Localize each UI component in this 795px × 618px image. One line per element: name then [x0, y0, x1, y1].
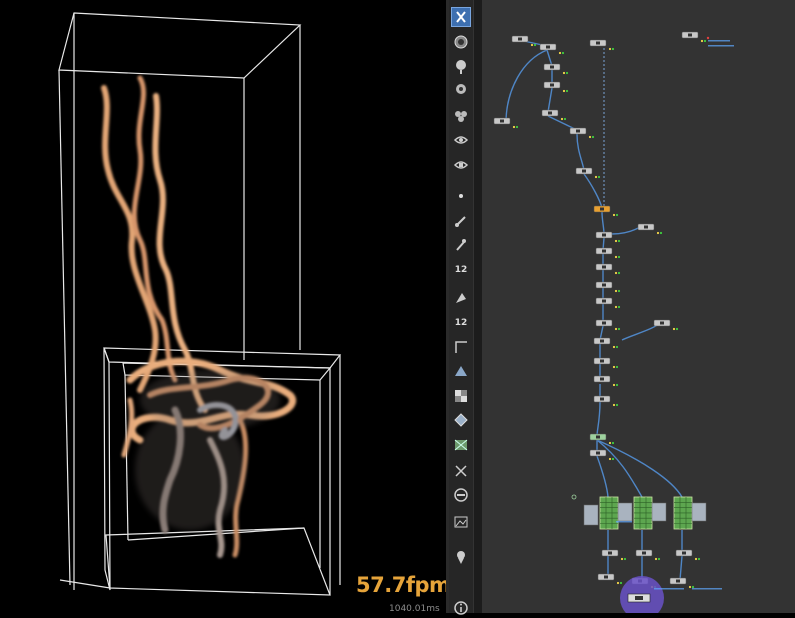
pose-tool[interactable]	[451, 80, 471, 100]
info-icon	[454, 601, 468, 615]
location-tool[interactable]	[451, 547, 471, 567]
3d-viewport[interactable]: 57.7fpm 1040.01ms	[0, 0, 446, 613]
select-icon	[456, 11, 466, 23]
frame-time-readout: 1040.01ms	[389, 604, 440, 613]
display-count-2-tool-label: 12	[454, 318, 468, 328]
display-count-2-tool[interactable]: 12	[451, 313, 471, 333]
view-tool[interactable]	[451, 32, 471, 52]
pin-icon	[456, 239, 466, 251]
flipbook-tool[interactable]	[451, 155, 471, 175]
view-icon	[454, 35, 468, 49]
uv-icon	[454, 439, 468, 451]
paint-icon	[456, 293, 466, 303]
location-icon	[457, 551, 465, 564]
texture-icon	[455, 390, 467, 402]
background-icon	[454, 516, 468, 528]
brush-tool[interactable]	[451, 211, 471, 231]
network-pane-divider[interactable]	[473, 0, 482, 613]
handle-tool[interactable]	[451, 56, 471, 76]
ghost-icon	[454, 488, 468, 502]
corner-tool[interactable]	[451, 337, 471, 357]
viewport-scene	[58, 12, 342, 596]
flipbook-icon	[453, 161, 469, 169]
info-tool[interactable]	[451, 598, 471, 618]
viewport-toolbar: 12 12	[449, 0, 473, 615]
fps-readout: 57.7fpm	[356, 573, 446, 597]
background-tool[interactable]	[451, 512, 471, 532]
render-region-tool[interactable]	[451, 106, 471, 126]
display-count-tool-label: 12	[454, 265, 468, 275]
shading-icon	[455, 366, 467, 376]
pin-tool[interactable]	[451, 235, 471, 255]
point-icon	[459, 194, 463, 198]
node-graph	[493, 31, 734, 613]
pose-icon	[456, 84, 466, 94]
corner-icon	[455, 341, 467, 353]
shading-tool[interactable]	[451, 361, 471, 381]
snap-icon	[455, 465, 467, 477]
smoke-haze	[135, 370, 280, 530]
node-network-editor[interactable]	[482, 0, 795, 613]
camera-tool[interactable]	[451, 130, 471, 150]
ghost-tool[interactable]	[451, 485, 471, 505]
paint-tool[interactable]	[451, 288, 471, 308]
wireframe-tool[interactable]	[451, 410, 471, 430]
wireframe-icon	[454, 413, 468, 427]
render-region-icon	[455, 111, 467, 122]
select-tool[interactable]	[451, 7, 471, 27]
snap-tool[interactable]	[451, 461, 471, 481]
texture-tool[interactable]	[451, 386, 471, 406]
camera-icon	[453, 136, 469, 144]
brush-icon	[455, 216, 466, 227]
handle-icon	[456, 60, 466, 74]
point-tool[interactable]	[451, 186, 471, 206]
uv-tool[interactable]	[451, 435, 471, 455]
display-count-tool[interactable]: 12	[451, 260, 471, 280]
